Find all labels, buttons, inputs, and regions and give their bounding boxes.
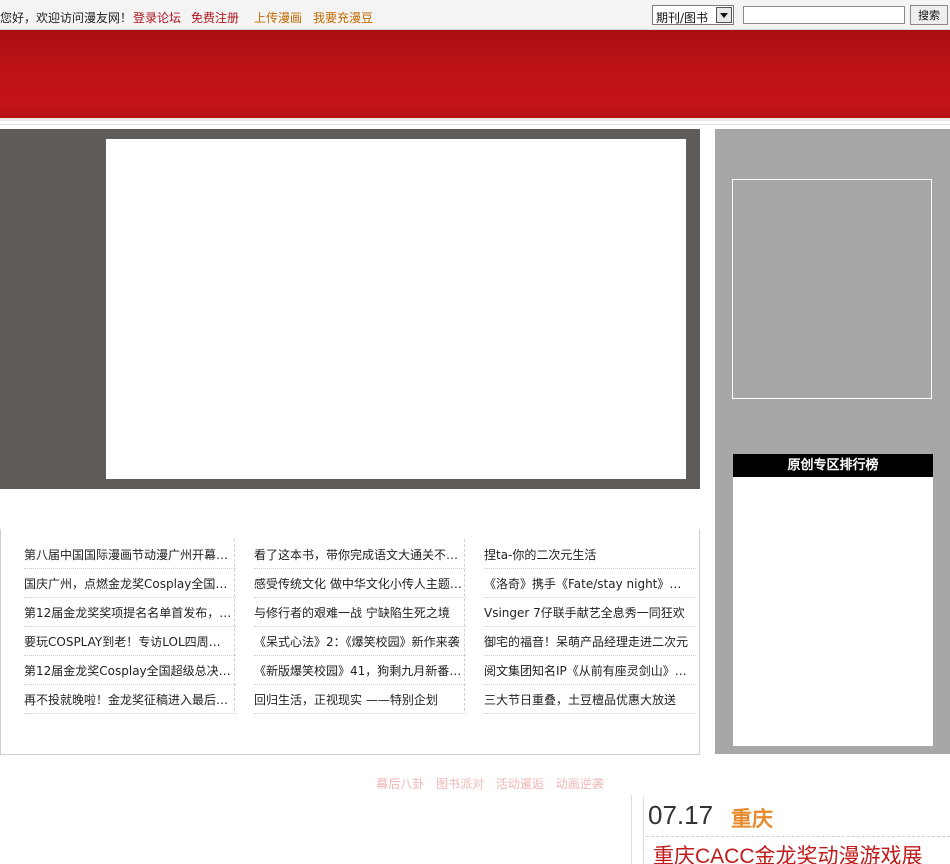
- category-tabs: 幕后八卦 图书派对 活动暹逅 动画逆袭: [0, 775, 950, 792]
- news-item[interactable]: 《洛奇》携手《Fate/stay night》联动开启: [484, 570, 696, 598]
- search-button[interactable]: 搜索: [910, 5, 948, 25]
- news-item[interactable]: 国庆广州，点燃金龙奖Cosplay全国超级总决赛: [24, 570, 236, 598]
- news-item[interactable]: 捏ta-你的二次元生活: [484, 541, 696, 569]
- news-item[interactable]: 《呆式心法》2：《爆笑校园》新作来袭: [254, 628, 466, 656]
- bottom-content-area: [0, 795, 632, 864]
- news-item[interactable]: 第12届金龙奖Cosplay全国超级总决赛报名: [24, 657, 236, 685]
- banner-divider: [0, 118, 950, 121]
- banner-divider-thin: [0, 124, 950, 125]
- top-bar: 您好，欢迎访问漫友网！ 登录论坛 免费注册 上传漫画 我要充漫豆 期刊/图书 搜…: [0, 0, 950, 30]
- chevron-down-icon[interactable]: [716, 7, 732, 23]
- register-link[interactable]: 免费注册: [191, 9, 239, 26]
- news-column-1: 第八届中国国际漫画节动漫广州开幕活动即将举行 国庆广州，点燃金龙奖Cosplay…: [24, 541, 236, 715]
- event-title-link[interactable]: 重庆CACC金龙奖动漫游戏展: [653, 843, 950, 864]
- news-item[interactable]: Vsinger 7仔联手献艺全息秀一同狂欢: [484, 599, 696, 627]
- tab-gossip[interactable]: 幕后八卦: [376, 777, 424, 791]
- news-item[interactable]: 感受传统文化 做中华文化小传人主题活动: [254, 570, 466, 598]
- news-item[interactable]: 与修行者的艰难一战 宁缺陷生死之境: [254, 599, 466, 627]
- recharge-link[interactable]: 我要充漫豆: [313, 9, 373, 26]
- news-item[interactable]: 三大节日重叠，土豆檀品优惠大放送: [484, 686, 696, 714]
- news-column-2: 看了这本书，带你完成语文大通关不是梦 感受传统文化 做中华文化小传人主题活动 与…: [254, 541, 466, 715]
- search-input[interactable]: [743, 6, 905, 24]
- featured-slideshow: [0, 129, 700, 489]
- news-item[interactable]: 看了这本书，带你完成语文大通关不是梦: [254, 541, 466, 569]
- tab-book-party[interactable]: 图书派对: [436, 777, 484, 791]
- news-item[interactable]: 阅文集团知名IP《从前有座灵剑山》动画化: [484, 657, 696, 685]
- tab-events[interactable]: 活动暹逅: [496, 777, 544, 791]
- sidebar-ad-slot[interactable]: [732, 179, 932, 399]
- news-item[interactable]: 第12届金龙奖奖项提名名单首发布，即日起投票: [24, 599, 236, 627]
- news-item[interactable]: 再不投就晚啦！金龙奖征稿进入最后冲刺阶段: [24, 686, 236, 714]
- event-city: 重庆: [731, 807, 773, 831]
- tab-animation[interactable]: 动画逆袭: [556, 777, 604, 791]
- news-item[interactable]: 第八届中国国际漫画节动漫广州开幕活动即将举行: [24, 541, 236, 569]
- event-divider: [646, 836, 950, 837]
- ranking-title: 原创专区排行榜: [733, 454, 933, 477]
- ranking-list: [733, 477, 933, 746]
- category-select-value: 期刊/图书: [656, 11, 709, 25]
- event-date: 07.17: [648, 800, 714, 830]
- news-column-3: 捏ta-你的二次元生活 《洛奇》携手《Fate/stay night》联动开启 …: [484, 541, 696, 715]
- slideshow-image[interactable]: [106, 139, 686, 479]
- news-item[interactable]: 御宅的福音！呆萌产品经理走进二次元: [484, 628, 696, 656]
- upload-comic-link[interactable]: 上传漫画: [254, 9, 302, 26]
- news-item[interactable]: 要玩COSPLAY到老！专访LOL四周年活动现场: [24, 628, 236, 656]
- right-sidebar: 原创专区排行榜: [715, 129, 950, 754]
- welcome-text: 您好，欢迎访问漫友网！: [0, 11, 133, 25]
- login-forum-link[interactable]: 登录论坛: [133, 9, 181, 26]
- header-banner: [0, 30, 950, 118]
- news-item[interactable]: 《新版爆笑校园》41，狗剩九月新番上线: [254, 657, 466, 685]
- news-item[interactable]: 回归生活，正视现实 ——特别企划: [254, 686, 466, 714]
- category-select[interactable]: 期刊/图书: [652, 5, 734, 25]
- bottom-divider: [643, 797, 644, 864]
